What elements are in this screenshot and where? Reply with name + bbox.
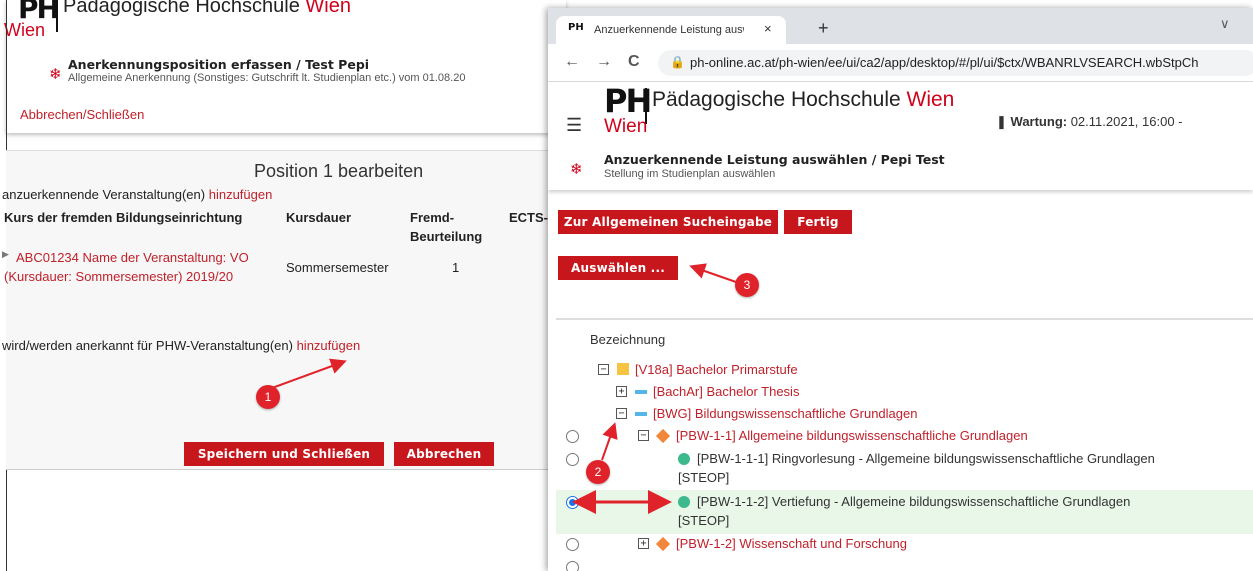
annotation-arrows [572,263,737,514]
annotation-arrow-1 [271,358,347,389]
browser-window: PH Anzuerkennende Leistung auswä × + ∨ ←… [548,8,1253,571]
